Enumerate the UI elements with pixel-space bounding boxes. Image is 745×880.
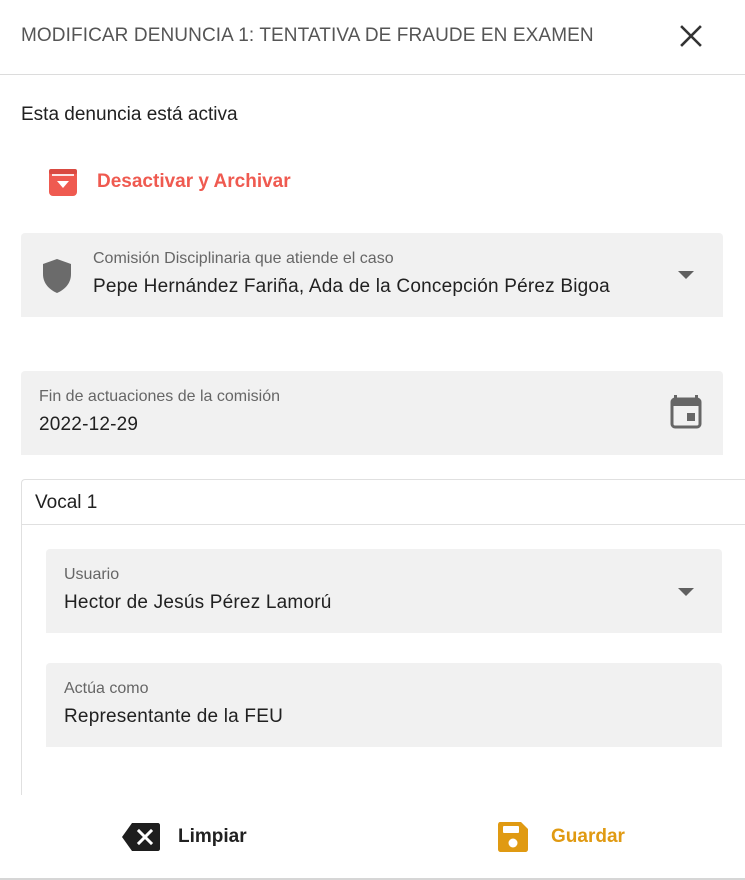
dialog-title: MODIFICAR DENUNCIA 1: TENTATIVA DE FRAUD… [21,25,594,46]
clear-button[interactable]: Limpiar [122,815,247,859]
deadline-label: Fin de actuaciones de la comisión [39,388,281,405]
role-label: Actúa como [64,680,149,697]
vocal-title: Vocal 1 [35,492,98,513]
commission-select[interactable]: Comisión Disciplinaria que atiende el ca… [21,233,723,317]
chevron-down-icon [678,588,694,596]
calendar-icon[interactable] [670,395,702,429]
close-button[interactable] [675,20,707,52]
save-label: Guardar [551,826,625,847]
deactivate-archive-label: Desactivar y Archivar [97,171,291,192]
user-select[interactable]: Usuario Hector de Jesús Pérez Lamorú [46,549,722,633]
chevron-down-icon [678,271,694,279]
edit-complaint-dialog: MODIFICAR DENUNCIA 1: TENTATIVA DE FRAUD… [0,0,745,880]
commission-label: Comisión Disciplinaria que atiende el ca… [93,250,394,267]
user-value: Hector de Jesús Pérez Lamorú [64,592,332,613]
user-label: Usuario [64,566,120,583]
deadline-value: 2022-12-29 [39,414,139,435]
backspace-icon [122,823,160,851]
deactivate-archive-button[interactable]: Desactivar y Archivar [40,160,291,204]
clear-label: Limpiar [178,826,247,847]
floppy-icon [498,822,528,852]
role-field[interactable]: Actúa como Representante de la FEU [46,663,722,747]
status-text: Esta denuncia está activa [21,104,238,125]
role-value: Representante de la FEU [64,706,283,727]
vocal-panel-header: Vocal 1 [22,480,745,525]
close-icon [680,25,702,47]
deadline-date-field[interactable]: Fin de actuaciones de la comisión 2022-1… [21,371,723,455]
shield-icon [43,259,71,293]
save-button[interactable]: Guardar [497,815,625,859]
archive-down-icon [40,160,86,204]
commission-value: Pepe Hernández Fariña, Ada de la Concepc… [93,276,610,297]
dialog-footer: Limpiar Guardar [0,795,745,880]
dialog-header: MODIFICAR DENUNCIA 1: TENTATIVA DE FRAUD… [0,0,745,75]
vocal-panel: Vocal 1 Usuario Hector de Jesús Pérez La… [21,479,745,809]
